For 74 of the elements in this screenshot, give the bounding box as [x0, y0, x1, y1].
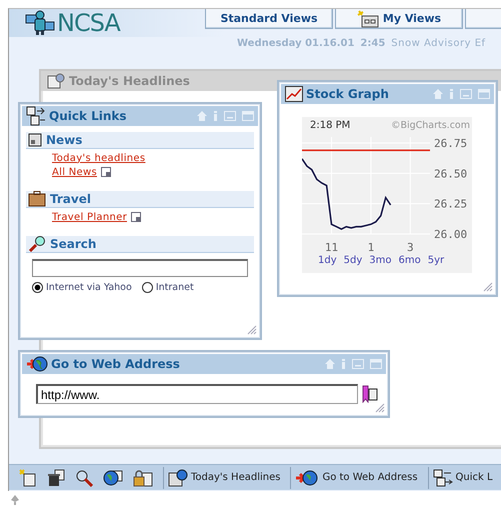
info-icon[interactable] [341, 359, 346, 369]
range-link[interactable]: 5dy [344, 255, 362, 266]
arrow-globe-icon [295, 468, 320, 486]
line-chart-icon [285, 86, 303, 102]
trash-icon[interactable] [47, 468, 65, 486]
documents-arrow-icon [26, 106, 46, 126]
resize-grip-icon[interactable] [483, 282, 493, 292]
chart-credit: ©BigCharts.com [390, 120, 470, 131]
minimize-icon[interactable] [224, 111, 236, 121]
maximize-icon[interactable] [478, 89, 490, 99]
y-tick-label: 26.25 [434, 198, 468, 211]
range-link[interactable]: 5yr [428, 255, 444, 266]
link[interactable]: Travel Planner [52, 212, 127, 222]
tab[interactable]: Standard Views [205, 9, 333, 29]
window-title: Go to Web Address [51, 357, 180, 371]
section-heading: Travel [50, 192, 91, 206]
window-sparkle-icon [356, 10, 379, 28]
y-tick-label: 26.00 [434, 228, 468, 241]
section-heading: News [46, 133, 82, 147]
newspaper-icon [28, 133, 42, 147]
magnifier-icon [28, 236, 46, 252]
person-computer-icon [25, 10, 55, 36]
documents-arrow-icon [432, 468, 453, 486]
link[interactable]: Today's headlines [52, 152, 146, 164]
home-icon[interactable] [325, 359, 335, 369]
resize-grip-icon[interactable] [375, 403, 385, 413]
window-title: Today's Headlines [69, 74, 190, 88]
bookmark-page-icon[interactable] [362, 385, 378, 403]
maximize-icon[interactable] [242, 111, 254, 121]
taskbar-button[interactable]: Quick L [428, 466, 493, 488]
chart-time: 2:18 PM [310, 120, 350, 131]
url-field[interactable]: http://www. [36, 384, 358, 404]
taskbar-button[interactable]: Today's Headlines [163, 466, 280, 488]
new-window-icon[interactable] [101, 167, 111, 177]
lock-document-icon[interactable] [133, 468, 153, 486]
y-tick-label: 26.75 [434, 137, 468, 150]
tab[interactable] [465, 9, 501, 29]
range-link[interactable]: 1dy [318, 255, 337, 266]
search-field[interactable] [32, 259, 248, 277]
info-icon[interactable] [449, 89, 454, 99]
window-title: Stock Graph [306, 87, 389, 101]
suitcase-icon [28, 191, 46, 207]
x-tick-label: 1 [368, 241, 374, 254]
tab[interactable]: My Views [335, 9, 463, 29]
taskbar-button[interactable]: Go to Web Address [290, 466, 418, 488]
newspaper-globe-icon [168, 468, 188, 486]
x-tick-label: 3 [407, 241, 414, 254]
search-icon[interactable] [75, 468, 93, 486]
info-icon[interactable] [213, 111, 218, 121]
y-tick-label: 26.50 [434, 167, 468, 180]
logo: NCSA [57, 9, 120, 37]
minimize-icon[interactable] [352, 359, 364, 369]
window-title: Quick Links [49, 109, 127, 123]
resize-grip-icon[interactable] [247, 325, 257, 335]
time-label: 2:45 [360, 38, 386, 49]
radio-button[interactable]: Internet via Yahoo [32, 282, 132, 293]
home-icon[interactable] [197, 111, 207, 121]
newspaper-globe-icon [47, 73, 65, 89]
link[interactable]: All News [52, 166, 97, 178]
new-document-icon[interactable] [19, 468, 37, 486]
date-label: Wednesday 01.16.01 [237, 38, 354, 49]
range-link[interactable]: 3mo [369, 255, 392, 266]
section-heading: Search [50, 237, 96, 251]
range-link[interactable]: 6mo [398, 255, 421, 266]
radio-button[interactable]: Intranet [142, 282, 194, 293]
pin-icon [11, 495, 19, 505]
globe-document-icon[interactable] [103, 468, 123, 486]
maximize-icon[interactable] [370, 359, 382, 369]
new-window-icon[interactable] [130, 212, 141, 222]
arrow-globe-icon [26, 355, 48, 373]
x-tick-label: 11 [324, 241, 338, 254]
ticker-text: Snow Advisory Ef [391, 38, 486, 49]
minimize-icon[interactable] [460, 89, 472, 99]
home-icon[interactable] [433, 89, 443, 99]
